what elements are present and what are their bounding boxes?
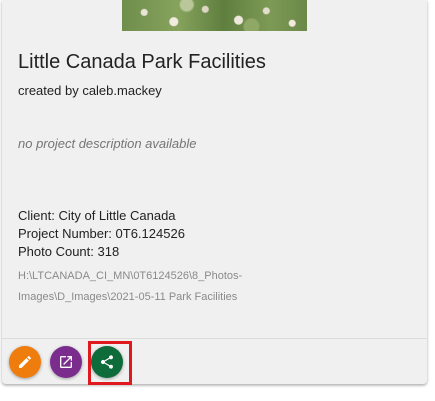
project-thumbnail[interactable] <box>122 0 307 31</box>
open-external-button[interactable] <box>50 346 82 378</box>
project-creator: created by caleb.mackey <box>18 83 162 98</box>
project-path-line1: H:\LTCANADA_CI_MN\0T6124526\8_Photos- <box>18 270 243 282</box>
card-divider <box>2 338 427 339</box>
project-title: Little Canada Park Facilities <box>18 51 266 73</box>
project-client: Client: City of Little Canada <box>18 208 176 223</box>
project-path-line2: Images\D_Images\2021-05-11 Park Faciliti… <box>18 291 238 303</box>
photo-count: Photo Count: 318 <box>18 244 120 259</box>
project-description: no project description available <box>18 136 197 151</box>
project-number: Project Number: 0T6.124526 <box>18 226 185 241</box>
project-path: H:\LTCANADA_CI_MN\0T6124526\8_Photos- Im… <box>18 266 318 308</box>
edit-button[interactable] <box>9 346 41 378</box>
share-button[interactable] <box>91 346 123 378</box>
project-card: Little Canada Park Facilities created by… <box>2 0 427 384</box>
share-icon <box>100 355 114 369</box>
pencil-icon <box>19 355 32 368</box>
open-in-new-icon <box>60 356 72 368</box>
